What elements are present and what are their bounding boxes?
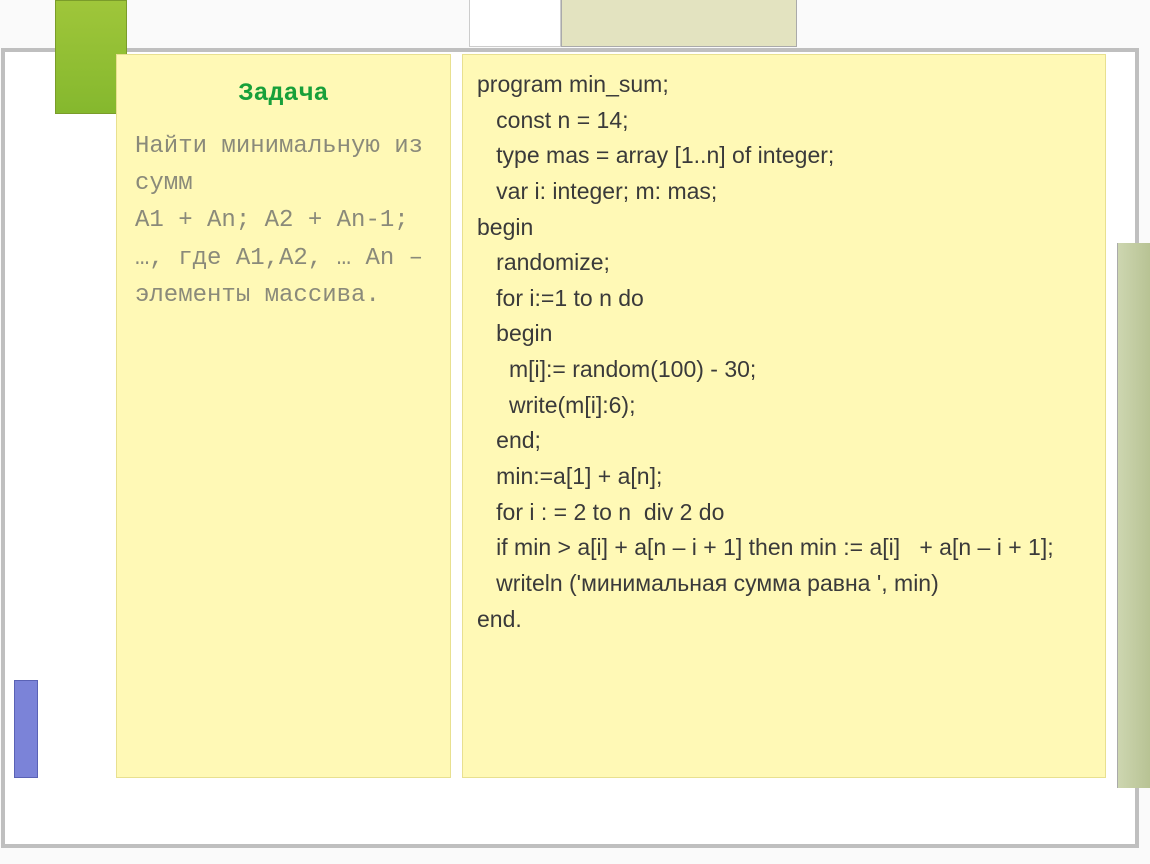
- code-line-4: begin: [477, 214, 533, 240]
- code-line-2: type mas = array [1..n] of integer;: [477, 142, 834, 168]
- code-line-6: for i:=1 to n do: [477, 285, 644, 311]
- code-line-9: write(m[i]:6);: [477, 392, 635, 418]
- code-line-7: begin: [477, 320, 552, 346]
- code-line-12: for i : = 2 to n div 2 do: [477, 499, 724, 525]
- code-line-11: min:=a[1] + a[n];: [477, 463, 662, 489]
- code-line-8: m[i]:= random(100) - 30;: [477, 356, 756, 382]
- task-line-1: Найти минимальную из сумм: [135, 133, 423, 197]
- task-line-2: A1 + An; A2 + An-1;: [135, 207, 409, 234]
- decor-left-lavender: [14, 680, 38, 778]
- task-line-3: …, где A1,A2, … An – элементы массива.: [135, 245, 423, 309]
- code-line-13: if min > a[i] + a[n – i + 1] then min :=…: [477, 534, 1054, 560]
- decor-right-sage: [1117, 243, 1150, 788]
- task-title: Задача: [135, 79, 432, 108]
- task-body: Найти минимальную из сумм A1 + An; A2 + …: [135, 128, 432, 314]
- decor-top-white: [469, 0, 561, 47]
- code-line-5: randomize;: [477, 249, 610, 275]
- code-panel: program min_sum; const n = 14; type mas …: [462, 54, 1106, 778]
- code-line-14: writeln ('минимальная сумма равна ', min…: [477, 570, 939, 596]
- code-line-3: var i: integer; m: mas;: [477, 178, 717, 204]
- decor-top-olive: [561, 0, 797, 47]
- code-body: program min_sum; const n = 14; type mas …: [477, 67, 1091, 637]
- task-panel: Задача Найти минимальную из сумм A1 + An…: [116, 54, 451, 778]
- code-line-15: end.: [477, 606, 522, 632]
- code-line-1: const n = 14;: [477, 107, 629, 133]
- code-line-0: program min_sum;: [477, 71, 669, 97]
- code-line-10: end;: [477, 427, 541, 453]
